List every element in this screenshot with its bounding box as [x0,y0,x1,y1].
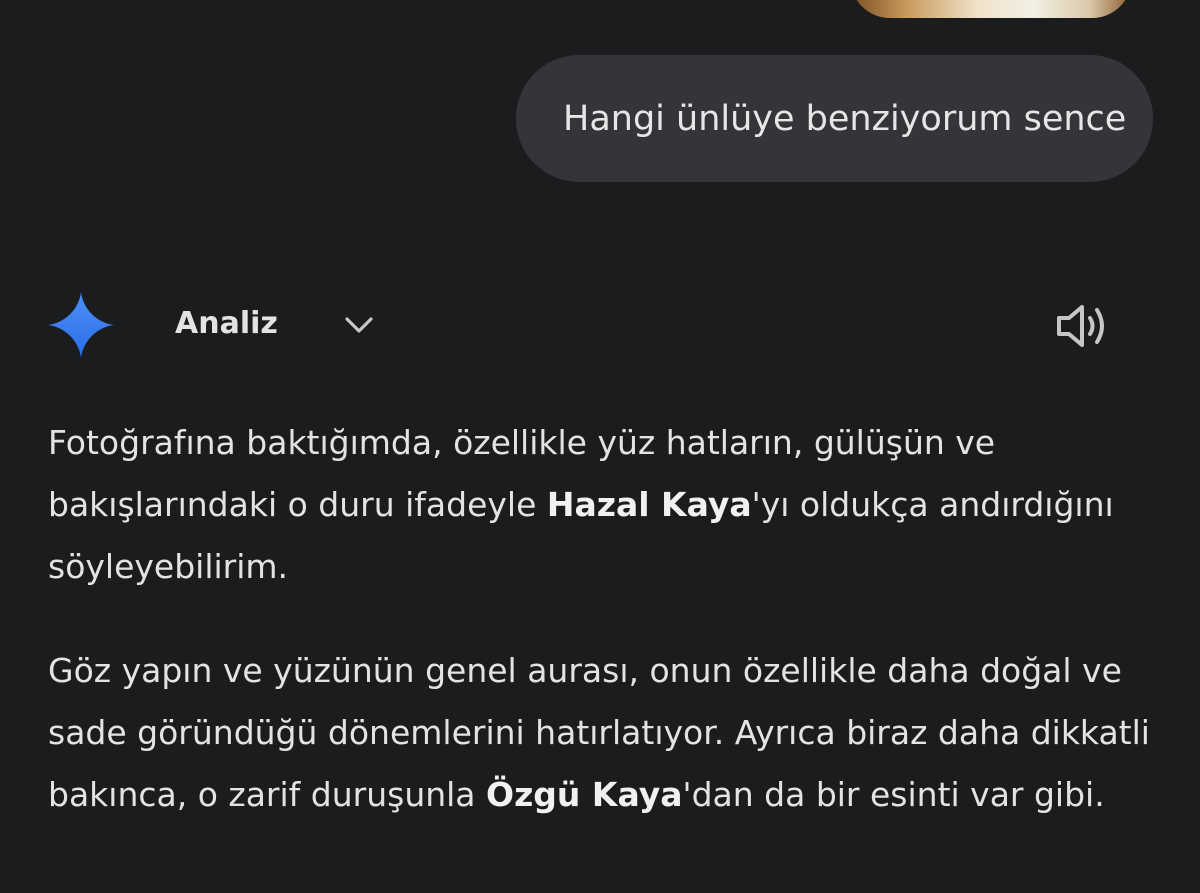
response-paragraph-1: Fotoğrafına baktığımda, özellikle yüz ha… [48,423,1114,586]
speaker-icon[interactable] [1053,298,1111,354]
user-message-bubble: Hangi ünlüye benziyorum sence [516,55,1153,182]
chat-view: Hangi ünlüye benziyorum sence Analiz Fot… [0,0,1200,893]
response-header: Analiz [48,292,1118,358]
chevron-down-icon[interactable] [344,310,374,340]
mode-label: Analiz [175,306,278,341]
user-message-text: Hangi ünlüye benziyorum sence [563,98,1127,139]
gemini-sparkle-icon [48,292,114,358]
response-paragraph-2: Göz yapın ve yüzünün genel aurası, onun … [48,651,1150,814]
assistant-response: Fotoğrafına baktığımda, özellikle yüz ha… [48,412,1158,868]
celebrity-name: Hazal Kaya [546,485,752,524]
uploaded-photo-thumbnail[interactable] [850,0,1132,18]
celebrity-name: Özgü Kaya [486,775,683,814]
